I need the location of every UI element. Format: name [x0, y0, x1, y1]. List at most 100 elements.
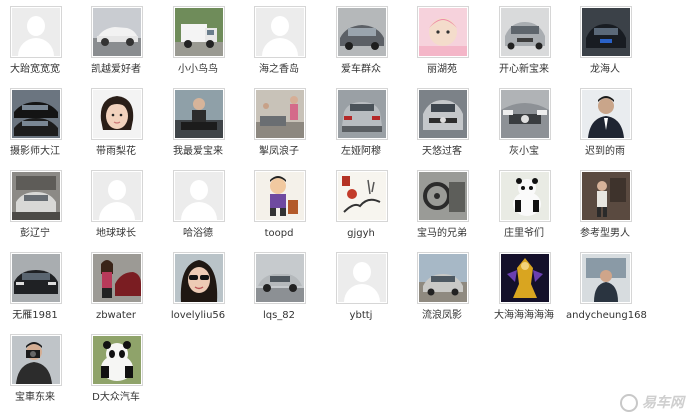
member-name[interactable]: toopd: [240, 228, 318, 240]
member-name[interactable]: 灰小宝: [485, 146, 563, 158]
member-avatar[interactable]: [417, 170, 469, 222]
member-name[interactable]: 凯越爱好者: [77, 64, 155, 76]
member-avatar[interactable]: [10, 88, 62, 140]
member-card[interactable]: 迟到的雨: [574, 88, 644, 166]
member-name[interactable]: 庄里爷们: [485, 228, 563, 240]
member-card[interactable]: 流浪凤影: [411, 252, 481, 330]
member-avatar[interactable]: [336, 170, 388, 222]
member-card[interactable]: 摄影师大江: [4, 88, 74, 166]
member-avatar[interactable]: [499, 170, 551, 222]
member-avatar[interactable]: [336, 252, 388, 304]
member-name[interactable]: 左娅阿穆: [322, 146, 400, 158]
member-card[interactable]: 开心新宝来: [493, 6, 563, 84]
member-name[interactable]: andycheung168: [566, 310, 647, 322]
member-avatar[interactable]: [254, 6, 306, 58]
member-card[interactable]: 庄里爷们: [493, 170, 563, 248]
member-card[interactable]: 天悠过客: [411, 88, 481, 166]
member-card[interactable]: 小小鸟鸟: [167, 6, 237, 84]
member-name[interactable]: 地球球长: [77, 228, 155, 240]
member-card[interactable]: 哈浴德: [167, 170, 237, 248]
member-name[interactable]: 无雁1981: [0, 310, 74, 322]
member-name[interactable]: 掣凤浪子: [240, 146, 318, 158]
member-name[interactable]: 摄影师大江: [0, 146, 74, 158]
member-name[interactable]: 彭辽宁: [0, 228, 74, 240]
member-name[interactable]: 我最爱宝来: [159, 146, 237, 158]
member-avatar[interactable]: [580, 170, 632, 222]
member-avatar[interactable]: [91, 88, 143, 140]
member-name[interactable]: 丽湖苑: [403, 64, 481, 76]
member-card[interactable]: 地球球长: [85, 170, 155, 248]
member-avatar[interactable]: [499, 6, 551, 58]
member-name[interactable]: 宝马的兄弟: [403, 228, 481, 240]
member-avatar[interactable]: [499, 88, 551, 140]
member-card[interactable]: 彭辽宁: [4, 170, 74, 248]
member-avatar[interactable]: [580, 88, 632, 140]
member-card[interactable]: 我最爱宝来: [167, 88, 237, 166]
member-card[interactable]: D大众汽车: [85, 334, 155, 412]
member-avatar[interactable]: [173, 252, 225, 304]
member-avatar[interactable]: [417, 6, 469, 58]
member-name[interactable]: ybttj: [322, 310, 400, 322]
member-name[interactable]: gjgyh: [322, 228, 400, 240]
member-name[interactable]: 天悠过客: [403, 146, 481, 158]
member-card[interactable]: zbwater: [85, 252, 155, 330]
member-card[interactable]: 丽湖苑: [411, 6, 481, 84]
member-name[interactable]: 小小鸟鸟: [159, 64, 237, 76]
member-card[interactable]: 无雁1981: [4, 252, 74, 330]
member-card[interactable]: 参考型男人: [574, 170, 644, 248]
member-card[interactable]: 海之香岛: [248, 6, 318, 84]
member-avatar[interactable]: [10, 170, 62, 222]
member-avatar[interactable]: [91, 170, 143, 222]
member-name[interactable]: 海之香岛: [240, 64, 318, 76]
member-card[interactable]: 宝马的兄弟: [411, 170, 481, 248]
member-avatar[interactable]: [10, 6, 62, 58]
member-card[interactable]: gjgyh: [330, 170, 400, 248]
member-avatar[interactable]: [91, 334, 143, 386]
member-avatar[interactable]: [91, 6, 143, 58]
member-card[interactable]: andycheung168: [566, 252, 647, 330]
member-name[interactable]: 带雨梨花: [77, 146, 155, 158]
member-card[interactable]: 龙海人: [574, 6, 644, 84]
member-avatar[interactable]: [580, 6, 632, 58]
member-name[interactable]: 开心新宝来: [485, 64, 563, 76]
member-name[interactable]: 大海海海海海: [485, 310, 563, 322]
member-avatar[interactable]: [336, 88, 388, 140]
member-card[interactable]: 大海海海海海: [493, 252, 563, 330]
member-name[interactable]: zbwater: [77, 310, 155, 322]
member-card[interactable]: 凯越爱好者: [85, 6, 155, 84]
member-avatar[interactable]: [580, 252, 632, 304]
member-avatar[interactable]: [173, 170, 225, 222]
member-name[interactable]: 龙海人: [566, 64, 644, 76]
member-card[interactable]: 宝車东来: [4, 334, 74, 412]
member-card[interactable]: 灰小宝: [493, 88, 563, 166]
member-avatar[interactable]: [173, 6, 225, 58]
member-card[interactable]: toopd: [248, 170, 318, 248]
member-name[interactable]: 哈浴德: [159, 228, 237, 240]
member-card[interactable]: 左娅阿穆: [330, 88, 400, 166]
member-name[interactable]: lqs_82: [240, 310, 318, 322]
member-card[interactable]: ybttj: [330, 252, 400, 330]
member-card[interactable]: 带雨梨花: [85, 88, 155, 166]
member-avatar[interactable]: [417, 252, 469, 304]
member-card[interactable]: 掣凤浪子: [248, 88, 318, 166]
member-card[interactable]: 大跆宽宽宽: [4, 6, 74, 84]
member-avatar[interactable]: [254, 252, 306, 304]
member-avatar[interactable]: [254, 88, 306, 140]
member-name[interactable]: lovelyliu56: [159, 310, 237, 322]
member-avatar[interactable]: [417, 88, 469, 140]
member-name[interactable]: 爱车群众: [322, 64, 400, 76]
member-avatar[interactable]: [10, 252, 62, 304]
member-name[interactable]: 迟到的雨: [566, 146, 644, 158]
member-avatar[interactable]: [336, 6, 388, 58]
member-name[interactable]: 流浪凤影: [403, 310, 481, 322]
member-name[interactable]: 参考型男人: [566, 228, 644, 240]
member-card[interactable]: lqs_82: [248, 252, 318, 330]
member-avatar[interactable]: [254, 170, 306, 222]
member-name[interactable]: 宝車东来: [0, 392, 74, 404]
member-avatar[interactable]: [173, 88, 225, 140]
member-avatar[interactable]: [91, 252, 143, 304]
member-avatar[interactable]: [10, 334, 62, 386]
member-card[interactable]: 爱车群众: [330, 6, 400, 84]
member-name[interactable]: D大众汽车: [77, 392, 155, 404]
member-card[interactable]: lovelyliu56: [167, 252, 237, 330]
